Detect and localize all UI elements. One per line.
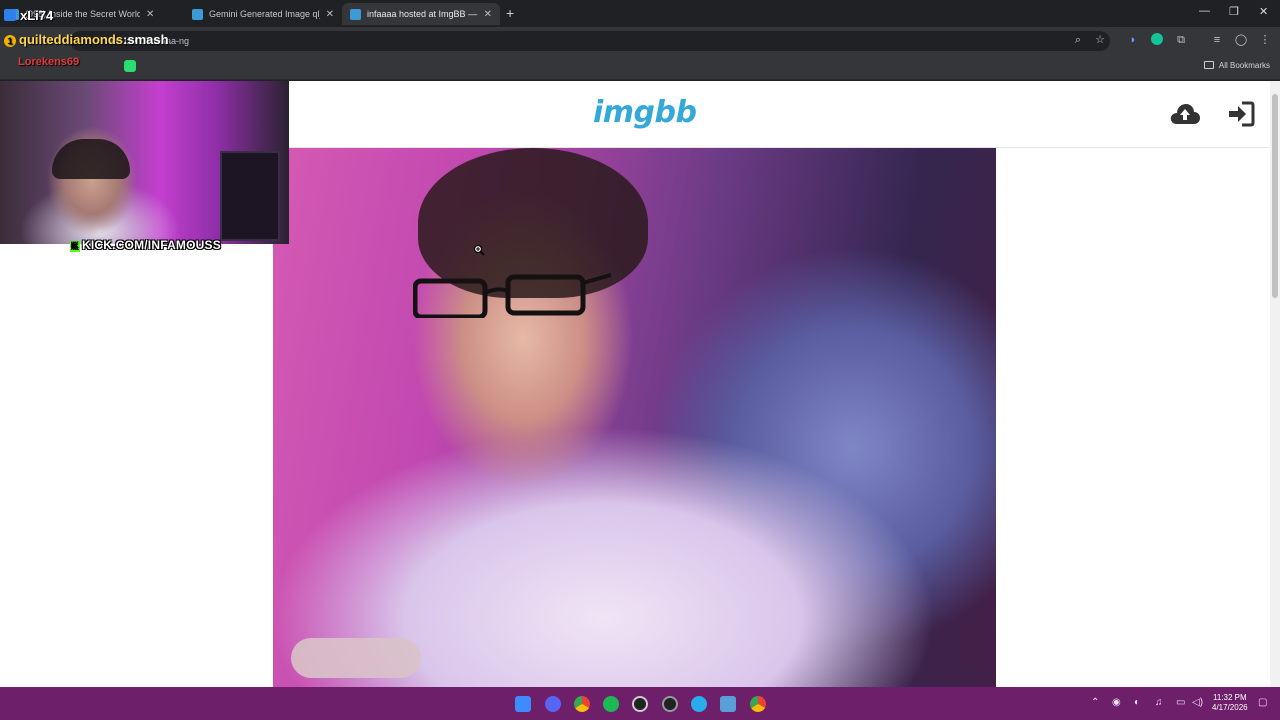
menu-icon[interactable]: ⋮ bbox=[1258, 33, 1272, 47]
windows-start-icon[interactable] bbox=[515, 696, 531, 712]
steam-icon[interactable] bbox=[662, 696, 678, 712]
chat-badge-icon: 1 bbox=[4, 35, 16, 47]
streamer-webcam-overlay bbox=[0, 81, 289, 244]
folder-icon bbox=[1203, 61, 1214, 69]
chat-text: smash bbox=[127, 32, 169, 47]
webcam-headset bbox=[52, 139, 130, 179]
minimize-button[interactable]: — bbox=[1199, 5, 1210, 17]
tab-title: Gemini Generated Image qljscq bbox=[209, 9, 320, 19]
telegram-icon[interactable] bbox=[691, 696, 707, 712]
grammarly-icon[interactable] bbox=[1150, 33, 1164, 47]
kick-url-text: KICK.COM/INFAMOUSS bbox=[82, 238, 221, 252]
chrome-profile-icon[interactable] bbox=[750, 696, 766, 712]
app-window-icon[interactable] bbox=[720, 696, 736, 712]
spotify-icon[interactable] bbox=[603, 696, 619, 712]
tray-discord-icon[interactable]: ◉ bbox=[1112, 697, 1121, 708]
address-bar[interactable]: ibb.co/.../infaaaa-ng bbox=[70, 31, 1110, 51]
clock-date: 4/17/2026 bbox=[1212, 703, 1248, 712]
chrome-icon[interactable] bbox=[574, 696, 590, 712]
obs-icon[interactable] bbox=[632, 696, 648, 712]
scrollbar-thumb[interactable] bbox=[1272, 94, 1278, 298]
imgbb-logo[interactable]: imgbb bbox=[593, 95, 697, 130]
media-icon[interactable]: ≡ bbox=[1210, 33, 1224, 47]
tab-favicon-icon bbox=[192, 8, 203, 20]
microphone-icon[interactable]: ♫ bbox=[1155, 697, 1163, 708]
cloud-upload-icon[interactable] bbox=[1169, 101, 1201, 127]
windows-taskbar: ⌃ ◉ ◐ ♫ ▭ ◁) 11:32 PM 4/17/2026 ▢ bbox=[0, 687, 1280, 720]
image-subject-scrunchie bbox=[291, 638, 421, 678]
tab-strip: (998) Inside the Secret World of ✕ Gemin… bbox=[0, 0, 1280, 27]
tab-2[interactable]: Gemini Generated Image qljscq ✕ bbox=[184, 3, 342, 25]
close-tab-icon[interactable]: ✕ bbox=[326, 9, 334, 20]
stream-channel-name: xLi74 bbox=[20, 8, 54, 23]
close-tab-icon[interactable]: ✕ bbox=[146, 9, 154, 20]
volume-icon[interactable]: ◁) bbox=[1192, 697, 1203, 708]
chat-message: 1 quilteddiamonds:smash bbox=[4, 32, 169, 47]
plus-icon[interactable]: + bbox=[506, 5, 514, 21]
all-bookmarks-button[interactable]: All Bookmarks bbox=[1203, 61, 1270, 70]
sign-in-icon[interactable] bbox=[1227, 101, 1255, 127]
tab-3-active[interactable]: infaaaa hosted at ImgBB — Img ✕ bbox=[342, 3, 500, 25]
kick-logo-icon: K bbox=[70, 241, 80, 252]
chat-message-2: Lorekens69 bbox=[18, 56, 80, 68]
clock-time: 11:32 PM bbox=[1212, 693, 1247, 702]
stream-chat-platform-icon bbox=[4, 9, 16, 21]
profile-icon[interactable]: ◯ bbox=[1234, 33, 1248, 47]
tab-favicon-icon bbox=[350, 8, 361, 20]
puzzle-icon[interactable]: ⧉ bbox=[1174, 33, 1188, 47]
maximize-button[interactable]: ❐ bbox=[1229, 5, 1239, 18]
zoom-in-cursor-icon bbox=[473, 244, 485, 256]
all-bookmarks-label: All Bookmarks bbox=[1218, 61, 1270, 70]
kick-channel-caption: K KICK.COM/INFAMOUSS bbox=[70, 238, 221, 252]
system-clock[interactable]: 11:32 PM 4/17/2026 bbox=[1212, 693, 1248, 713]
bookmark-favicon-icon[interactable] bbox=[124, 60, 136, 72]
tab-title: infaaaa hosted at ImgBB — Img bbox=[367, 9, 478, 19]
site-header: imgbb bbox=[289, 81, 1270, 148]
toolbar: ibb.co/.../infaaaa-ng ⌕ ☆ ◗ ⧉ ≡ ◯ ⋮ bbox=[0, 27, 1280, 54]
bookmark-star-icon[interactable]: ☆ bbox=[1093, 33, 1107, 47]
image-subject-glasses bbox=[413, 273, 612, 318]
network-icon[interactable]: ▭ bbox=[1176, 697, 1185, 708]
notification-icon[interactable]: ▢ bbox=[1258, 697, 1267, 708]
tray-app-icon[interactable]: ◐ bbox=[1134, 697, 1140, 708]
tray-overflow-icon[interactable]: ⌃ bbox=[1091, 697, 1099, 708]
bookmarks-bar: All Bookmarks bbox=[0, 54, 1280, 80]
zoom-icon[interactable]: ⌕ bbox=[1071, 33, 1085, 47]
chat-username: quilteddiamonds bbox=[19, 32, 123, 47]
extension-icon[interactable]: ◗ bbox=[1126, 33, 1140, 47]
discord-icon[interactable] bbox=[545, 696, 561, 712]
webcam-pc-case bbox=[220, 151, 280, 241]
hosted-image[interactable] bbox=[273, 148, 996, 687]
close-tab-icon[interactable]: ✕ bbox=[484, 9, 492, 20]
close-window-button[interactable]: ✕ bbox=[1259, 5, 1268, 18]
